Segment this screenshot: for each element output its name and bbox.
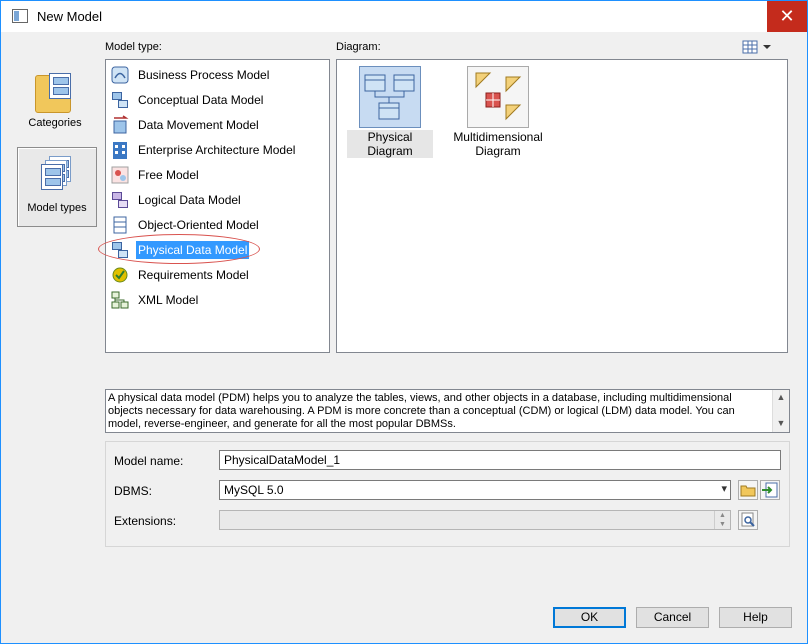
select-extensions-button[interactable]	[738, 510, 758, 530]
diagram-item-label: Physical Diagram	[347, 130, 433, 158]
data-movement-icon	[110, 115, 130, 135]
window-title: New Model	[37, 9, 103, 24]
list-item-data-movement-model[interactable]: Data Movement Model	[110, 114, 261, 136]
list-item-business-process-model[interactable]: Business Process Model	[110, 64, 271, 86]
diagram-item-multidimensional[interactable]: Multidimensional Diagram	[453, 66, 543, 158]
spin-up-icon[interactable]: ▲	[715, 511, 730, 520]
list-item-conceptual-data-model[interactable]: Conceptual Data Model	[110, 89, 265, 111]
window-icon	[12, 9, 28, 23]
dbms-selected-value: MySQL 5.0	[224, 483, 284, 497]
list-item-free-model[interactable]: Free Model	[110, 164, 201, 186]
multidimensional-diagram-icon	[467, 66, 529, 128]
close-button[interactable]: ✕	[767, 1, 807, 32]
new-model-dialog: New Model ✕ Categories Model types Model…	[0, 0, 808, 644]
title-bar: New Model ✕	[1, 1, 807, 32]
list-item-requirements-model[interactable]: Requirements Model	[110, 264, 251, 286]
model-type-label: Model type:	[105, 41, 162, 53]
business-process-icon	[110, 65, 130, 85]
browse-dbms-button[interactable]	[738, 480, 758, 500]
sidebar-item-label: Categories	[28, 117, 82, 129]
object-oriented-icon	[110, 215, 130, 235]
extensions-spinner[interactable]: ▲ ▼	[714, 511, 730, 529]
model-type-list[interactable]: Business Process Model Conceptual Data M…	[105, 59, 330, 353]
diagram-pane[interactable]: Physical Diagram Multidimensional Diagra…	[336, 59, 788, 353]
list-item-physical-data-model[interactable]: Physical Data Model	[110, 239, 250, 261]
folder-icon	[35, 69, 75, 115]
help-button[interactable]: Help	[719, 607, 792, 628]
physical-diagram-icon	[359, 66, 421, 128]
diagram-item-label: Multidimensional Diagram	[453, 130, 543, 158]
description-box: A physical data model (PDM) helps you to…	[105, 389, 790, 433]
description-scrollbar[interactable]: ▲ ▼	[772, 390, 789, 432]
ok-button[interactable]: OK	[553, 607, 626, 628]
requirements-icon	[110, 265, 130, 285]
list-item-xml-model[interactable]: XML Model	[110, 289, 200, 311]
folder-open-icon	[740, 485, 756, 497]
view-mode-button[interactable]	[742, 40, 772, 54]
model-name-input[interactable]: PhysicalDataModel_1	[219, 450, 781, 470]
logical-data-icon	[110, 190, 130, 210]
free-model-icon	[110, 165, 130, 185]
list-item-object-oriented-model[interactable]: Object-Oriented Model	[110, 214, 261, 236]
scroll-up-icon[interactable]: ▲	[773, 390, 789, 404]
chevron-down-icon[interactable]: ▾	[721, 482, 727, 495]
magnifier-icon	[741, 512, 755, 527]
conceptual-data-icon	[110, 90, 130, 110]
grid-view-icon	[742, 40, 771, 54]
model-name-label: Model name:	[114, 454, 184, 468]
extensions-field[interactable]: ▲ ▼	[219, 510, 731, 530]
list-item-logical-data-model[interactable]: Logical Data Model	[110, 189, 243, 211]
description-text: A physical data model (PDM) helps you to…	[108, 392, 735, 430]
sidebar-item-categories[interactable]: Categories	[15, 63, 95, 143]
scroll-down-icon[interactable]: ▼	[773, 416, 789, 430]
physical-data-icon	[110, 240, 130, 260]
xml-model-icon	[110, 290, 130, 310]
diagram-item-physical[interactable]: Physical Diagram	[347, 66, 433, 158]
spin-down-icon[interactable]: ▼	[715, 520, 730, 529]
dbms-label: DBMS:	[114, 484, 153, 498]
enterprise-architecture-icon	[110, 140, 130, 160]
import-icon	[762, 482, 778, 498]
dbms-select[interactable]: MySQL 5.0 ▾	[219, 480, 731, 500]
sidebar-item-label: Model types	[27, 202, 87, 214]
cancel-button[interactable]: Cancel	[636, 607, 709, 628]
sidebar-item-model-types[interactable]: Model types	[17, 147, 97, 227]
model-types-icon	[37, 154, 77, 200]
import-dbms-button[interactable]	[760, 480, 780, 500]
list-item-enterprise-architecture-model[interactable]: Enterprise Architecture Model	[110, 139, 297, 161]
extensions-label: Extensions:	[114, 514, 177, 528]
diagram-label: Diagram:	[336, 41, 381, 53]
